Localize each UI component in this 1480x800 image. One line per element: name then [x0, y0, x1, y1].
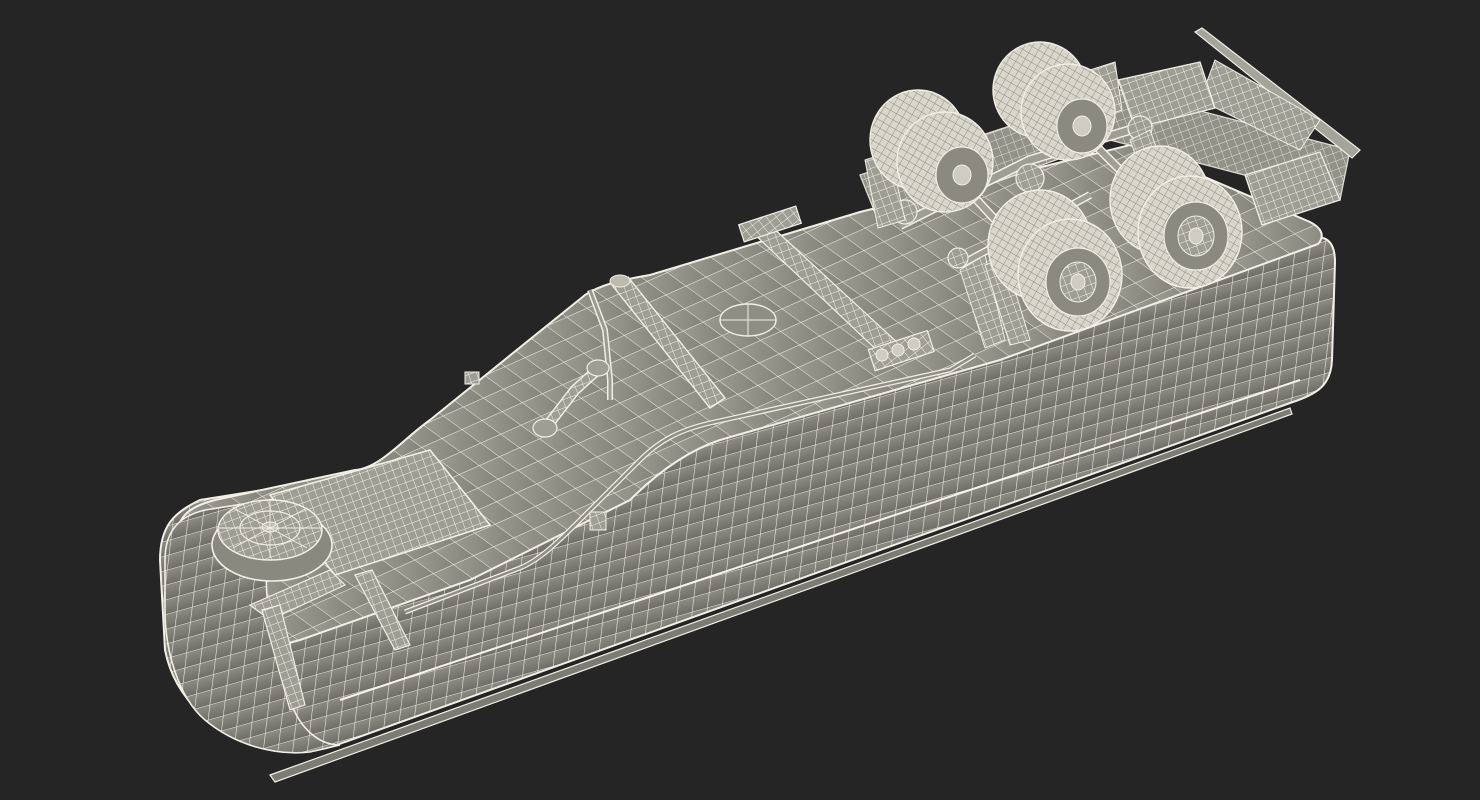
- render-viewport: [158, 27, 1361, 783]
- valve-box: [589, 511, 607, 531]
- valve-box: [464, 371, 480, 385]
- manhole-hatch: [719, 303, 777, 337]
